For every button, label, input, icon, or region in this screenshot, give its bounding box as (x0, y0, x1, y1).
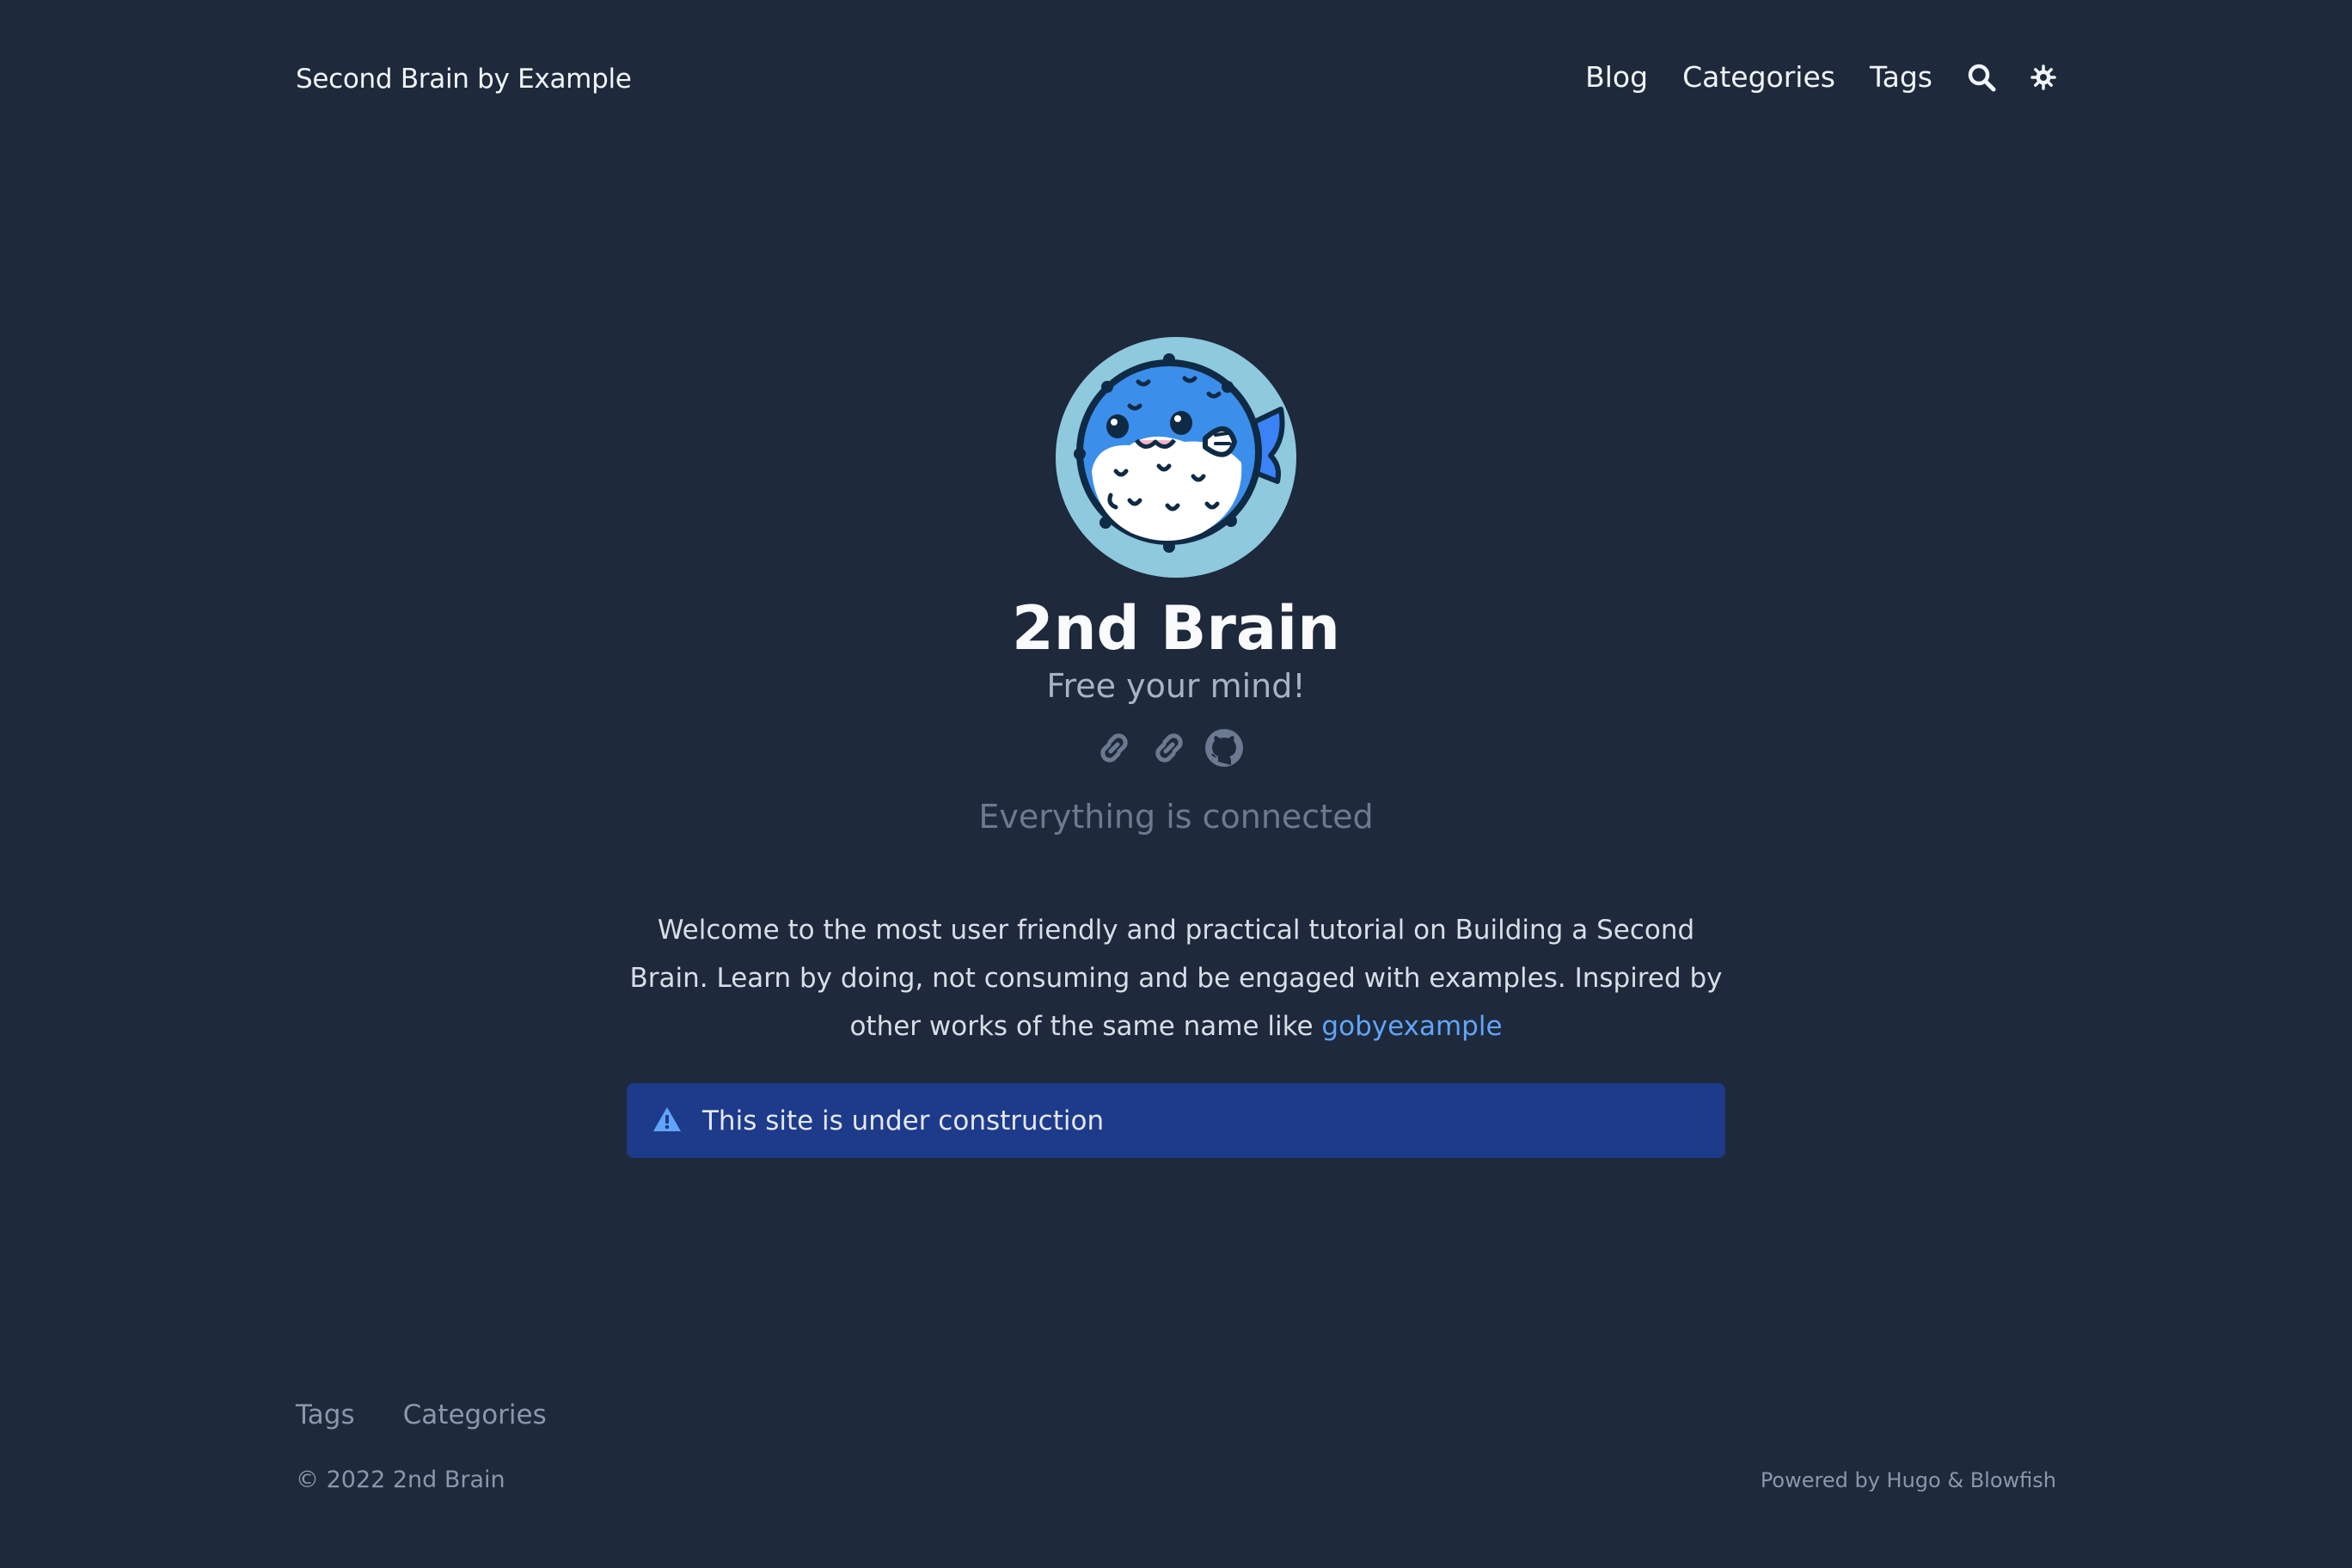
intro-text: Welcome to the most user friendly and pr… (629, 915, 1723, 1042)
blowfish-link[interactable]: Blowfish (1970, 1468, 2056, 1492)
gobyexample-link[interactable]: gobyexample (1321, 1011, 1502, 1042)
footer-nav-tags[interactable]: Tags (296, 1400, 355, 1430)
link-icon[interactable] (1093, 729, 1135, 770)
powered-by: Powered by Hugo & Blowfish (1761, 1468, 2056, 1492)
page: Second Brain by Example Blog Categories … (0, 0, 2352, 1568)
github-icon[interactable] (1204, 727, 1245, 772)
hero-tagline: Everything is connected (978, 798, 1374, 836)
theme-toggle-icon[interactable] (2030, 64, 2056, 90)
social-links (1093, 727, 1259, 772)
hero-subtitle: Free your mind! (1046, 667, 1306, 705)
warning-icon (652, 1106, 682, 1136)
powered-separator: & (1940, 1468, 1970, 1492)
intro-paragraph: Welcome to the most user friendly and pr… (619, 906, 1733, 1050)
hugo-link[interactable]: Hugo (1887, 1468, 1941, 1492)
hero-title: 2nd Brain (1012, 593, 1340, 664)
footer-nav: Tags Categories (296, 1400, 595, 1430)
site-title[interactable]: Second Brain by Example (296, 64, 632, 95)
alert-text: This site is under construction (702, 1105, 1105, 1136)
nav-categories[interactable]: Categories (1682, 60, 1835, 94)
nav-blog[interactable]: Blog (1585, 60, 1648, 94)
powered-prefix: Powered by (1760, 1468, 1887, 1492)
pufferfish-logo-icon (1074, 353, 1285, 553)
footer-nav-categories[interactable]: Categories (403, 1400, 547, 1430)
copyright: © 2022 2nd Brain (296, 1467, 505, 1493)
avatar (1056, 337, 1296, 578)
main-nav: Blog Categories Tags (1551, 60, 2056, 94)
search-icon[interactable] (1967, 63, 1996, 92)
link-icon[interactable] (1148, 729, 1190, 770)
nav-tags[interactable]: Tags (1870, 60, 1932, 94)
construction-alert: This site is under construction (627, 1083, 1725, 1158)
